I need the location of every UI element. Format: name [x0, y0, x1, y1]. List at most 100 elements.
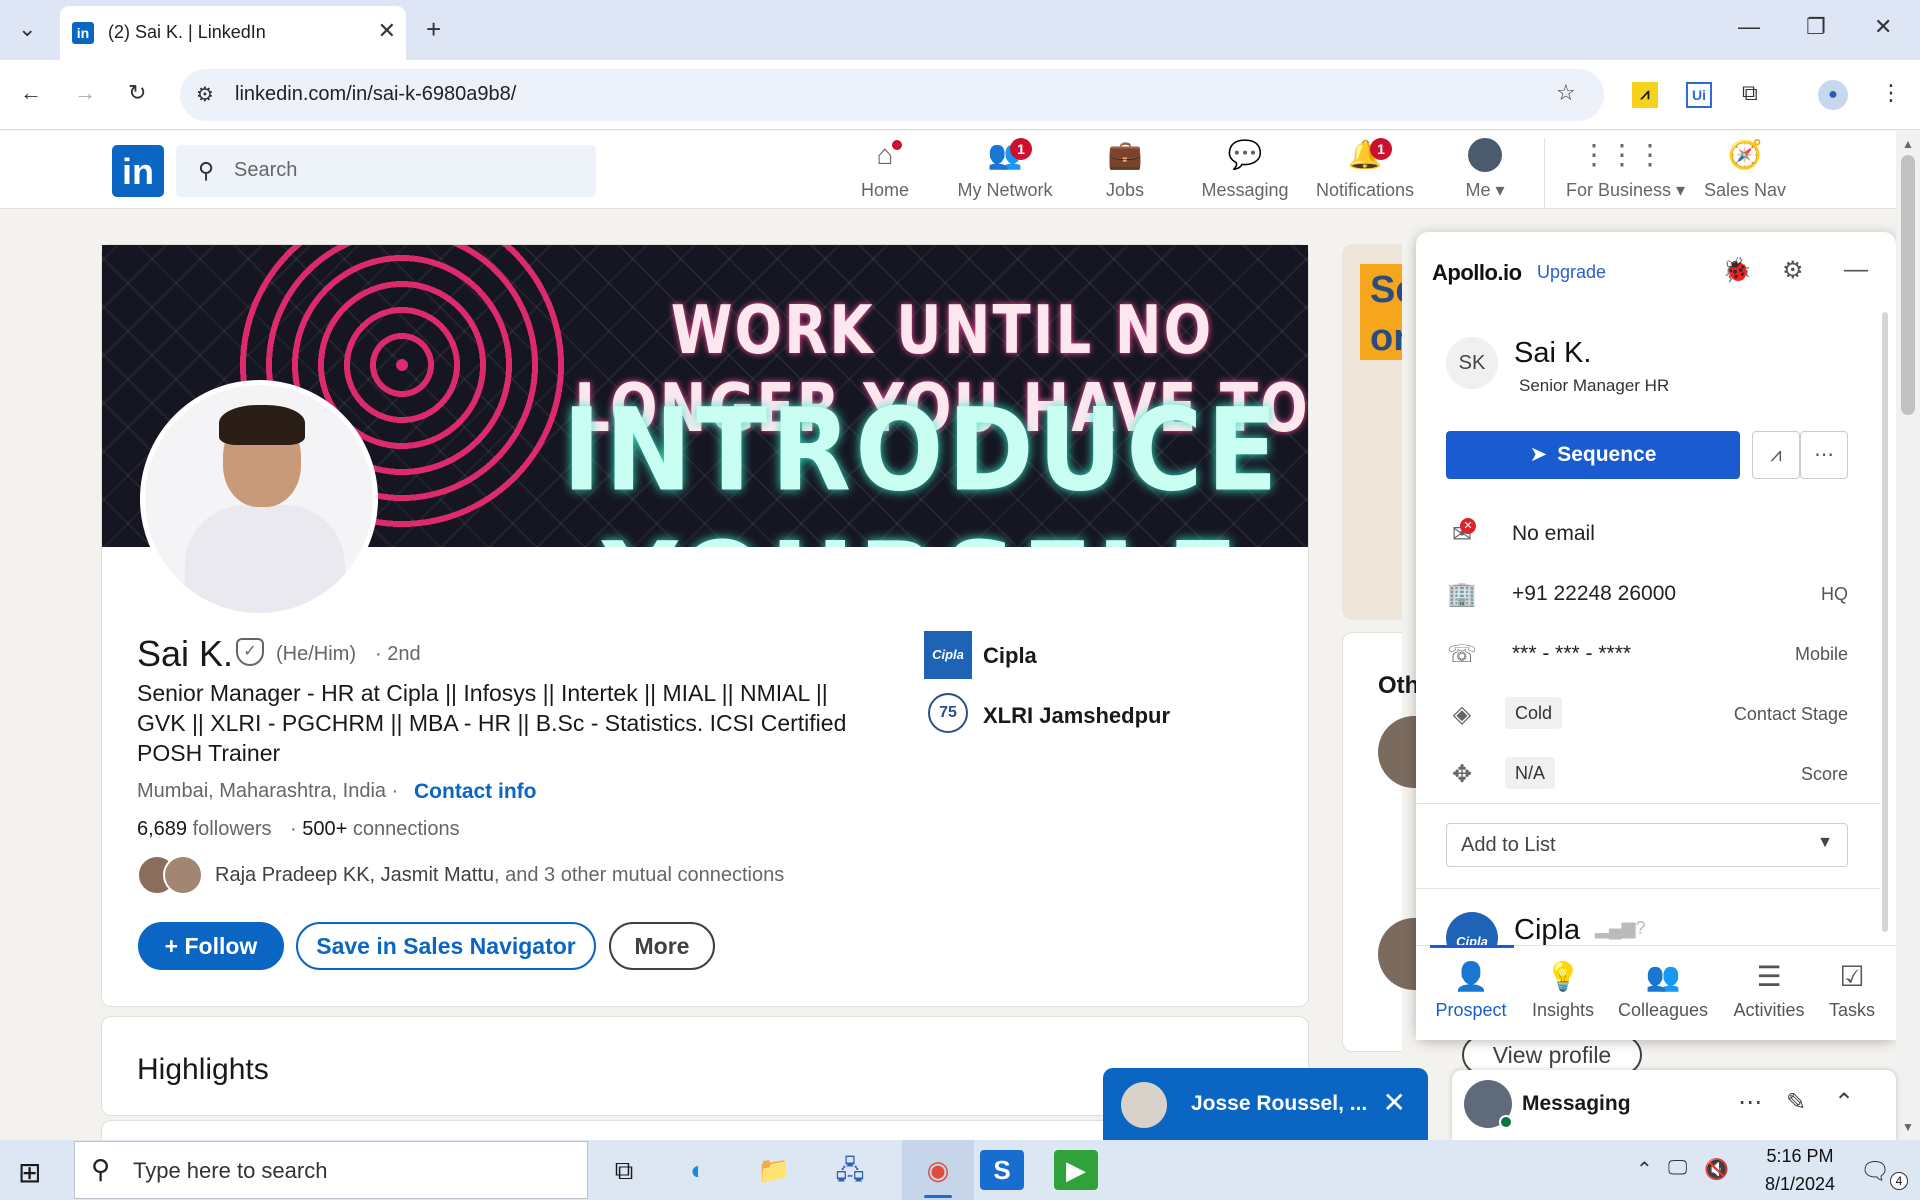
new-tab-icon[interactable]: + [426, 14, 441, 45]
scrollbar-thumb[interactable] [1901, 155, 1915, 415]
view-profile-button[interactable]: View profile [1462, 1035, 1642, 1075]
nav-me[interactable]: Me ▾ [1430, 138, 1540, 204]
browser-tab[interactable]: in (2) Sai K. | LinkedIn ✕ [60, 6, 406, 60]
education-school[interactable]: XLRI Jamshedpur [983, 703, 1170, 729]
extensions-puzzle-icon[interactable]: ⧉ [1742, 80, 1758, 106]
verified-shield-icon[interactable]: ✓ [236, 638, 264, 666]
follow-button[interactable]: + Follow [138, 922, 284, 970]
nav-me-label: Me ▾ [1465, 180, 1505, 200]
tab-insights[interactable]: 💡 Insights [1518, 960, 1608, 1021]
media-app-icon[interactable]: ▶ [1054, 1150, 1098, 1190]
contact-stage-chip[interactable]: Cold [1505, 697, 1563, 729]
windows-start-icon[interactable]: ⊞ [18, 1156, 41, 1189]
nav-messaging[interactable]: 💬 Messaging [1190, 138, 1300, 204]
bug-report-icon[interactable]: 🐞 [1722, 256, 1752, 285]
more-button[interactable]: More [609, 922, 715, 970]
mutual-connections[interactable]: Raja Pradeep KK, Jasmit Mattu, and 3 oth… [215, 864, 784, 887]
chevron-up-icon[interactable]: ⌃ [1834, 1088, 1854, 1117]
back-icon[interactable]: ← [20, 80, 42, 106]
scroll-up-icon[interactable]: ▲ [1902, 137, 1914, 151]
current-company[interactable]: Cipla [983, 643, 1037, 669]
edge-icon[interactable]: ◐ [676, 1150, 720, 1190]
tab-colleagues[interactable]: 👥 Colleagues [1618, 960, 1708, 1021]
taskbar-search-input[interactable]: ⚲ Type here to search [74, 1141, 588, 1199]
scroll-down-icon[interactable]: ▼ [1902, 1120, 1914, 1134]
nav-notifications[interactable]: 🔔 1 Notifications [1310, 138, 1420, 204]
task-view-icon[interactable]: ⧉ [602, 1150, 646, 1190]
add-to-list-dropdown[interactable]: Add to List ▼ [1446, 823, 1848, 867]
ad-card[interactable]: Se on [1342, 244, 1402, 620]
chrome-taskbar-button[interactable]: ◉ [902, 1140, 974, 1200]
network-icon[interactable]: 🖵 [1668, 1157, 1687, 1180]
apollo-extension-icon[interactable]: ⩘ [1632, 82, 1658, 108]
apollo-scrollbar[interactable] [1882, 312, 1888, 932]
volume-muted-icon[interactable]: 🔇 [1704, 1157, 1729, 1182]
site-info-icon[interactable]: ⚙ [196, 82, 214, 107]
tab-tasks[interactable]: ☑ Tasks [1808, 960, 1896, 1021]
restore-icon[interactable]: ❐ [1806, 14, 1826, 40]
url-text[interactable]: linkedin.com/in/sai-k-6980a9b8/ [235, 83, 516, 106]
compose-icon[interactable]: ✎ [1786, 1088, 1806, 1117]
gear-icon[interactable]: ⚙ [1782, 256, 1804, 285]
close-chat-icon[interactable]: ✕ [1383, 1086, 1406, 1119]
ad-text: Se on [1370, 269, 1402, 359]
uipath-extension-icon[interactable]: Ui [1686, 82, 1712, 108]
network-app-icon[interactable]: 🖧 [828, 1150, 872, 1190]
apollo-hq-phone[interactable]: +91 22248 26000 [1512, 582, 1676, 606]
linkedin-search-input[interactable]: ⚲ Search [176, 145, 596, 197]
profile-photo[interactable] [140, 380, 378, 618]
nav-jobs[interactable]: 💼 Jobs [1070, 138, 1180, 204]
page-scrollbar[interactable]: ▲ ▼ [1896, 131, 1920, 1140]
nav-sales-nav[interactable]: 🧭 Sales Nav [1690, 138, 1800, 204]
bookmark-star-icon[interactable]: ☆ [1556, 80, 1576, 106]
apollo-action-icon[interactable]: ⩘ [1752, 431, 1800, 479]
minimize-icon[interactable]: — [1738, 14, 1760, 40]
menu-kebab-icon[interactable]: ⋮ [1880, 80, 1902, 106]
others-title: Oth [1378, 672, 1420, 699]
tray-chevron-up-icon[interactable]: ⌃ [1636, 1157, 1653, 1182]
nav-my-network[interactable]: 👥 1 My Network [950, 138, 1060, 204]
apollo-mobile[interactable]: *** - *** - **** [1512, 642, 1631, 666]
chevron-down-icon: ▼ [1817, 834, 1833, 851]
tab-search-icon[interactable]: ⌄ [18, 16, 36, 42]
apollo-contact-name: Sai K. [1514, 337, 1592, 369]
apollo-contact-title: Senior Manager HR [1519, 376, 1670, 395]
more-options-icon[interactable]: ⋯ [1738, 1088, 1762, 1117]
save-in-sales-navigator-button[interactable]: Save in Sales Navigator [296, 922, 596, 970]
tab-label: Prospect [1435, 1000, 1507, 1020]
nav-divider [1544, 138, 1545, 208]
score-label: Score [1800, 764, 1848, 784]
phone-icon: ☏ [1447, 641, 1478, 668]
notification-center-icon[interactable]: 🗨 [1860, 1157, 1890, 1186]
s-app-icon[interactable]: S [980, 1150, 1024, 1190]
sequence-button[interactable]: ➤ Sequence [1446, 431, 1740, 479]
online-status-dot [1499, 1115, 1513, 1129]
profile-icon[interactable]: ● [1818, 80, 1848, 110]
apollo-company-name[interactable]: Cipla [1514, 914, 1580, 947]
close-tab-icon[interactable]: ✕ [378, 18, 396, 44]
cipla-logo[interactable]: Cipla [924, 631, 972, 679]
lightbulb-icon: 💡 [1545, 961, 1581, 992]
more-options-icon[interactable]: ⋯ [1800, 431, 1848, 479]
reload-icon[interactable]: ↻ [128, 80, 146, 106]
tab-prospect[interactable]: 👤 Prospect [1426, 960, 1516, 1021]
chat-conversation-bubble[interactable]: Josse Roussel, ... ✕ [1103, 1068, 1428, 1140]
profile-location: Mumbai, Maharashtra, India · [137, 780, 399, 802]
linkedin-logo-icon[interactable]: in [112, 145, 164, 197]
file-explorer-icon[interactable]: 📁 [752, 1150, 796, 1190]
messaging-bar[interactable]: Messaging ⋯ ✎ ⌃ [1452, 1070, 1896, 1140]
contact-stage-label: Contact Stage [1733, 704, 1848, 724]
close-window-icon[interactable]: ✕ [1874, 14, 1892, 40]
nav-for-business[interactable]: ⋮⋮⋮ For Business ▾ [1566, 138, 1685, 204]
contact-info-link[interactable]: Contact info [414, 780, 536, 804]
tab-activities[interactable]: ☰ Activities [1724, 960, 1814, 1021]
forward-icon[interactable]: → [74, 80, 96, 106]
apollo-upgrade-link[interactable]: Upgrade [1537, 262, 1606, 283]
clock-date[interactable]: 8/1/2024 [1745, 1174, 1855, 1195]
minimize-panel-icon[interactable]: — [1844, 256, 1868, 284]
nav-home[interactable]: ⌂ Home [830, 138, 940, 204]
xlri-logo[interactable]: 75 [928, 693, 968, 733]
connections-count[interactable]: · 500+ connections [290, 818, 460, 841]
clock-time[interactable]: 5:16 PM [1745, 1146, 1855, 1167]
building-icon: 🏢 [1447, 581, 1477, 608]
